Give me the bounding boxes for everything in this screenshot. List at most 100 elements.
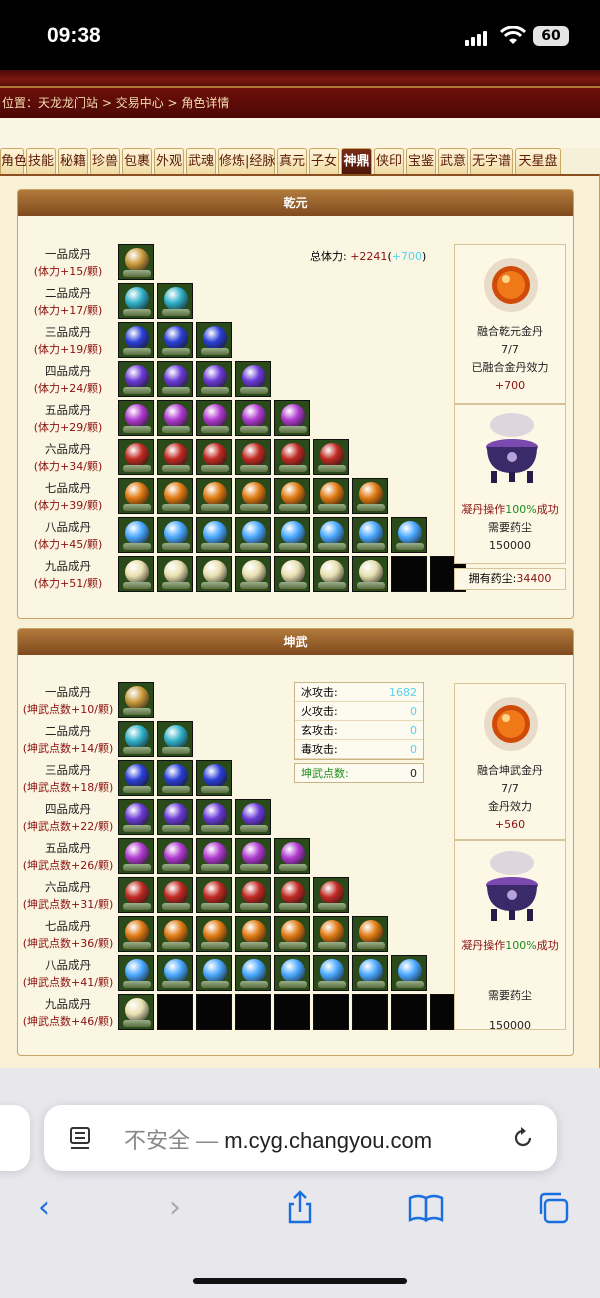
breadcrumb-link[interactable]: 交易中心: [116, 96, 164, 110]
pill-slot[interactable]: [157, 322, 193, 358]
pill-slot[interactable]: [157, 916, 193, 952]
pill-slot[interactable]: [235, 556, 271, 592]
pill-slot[interactable]: [235, 478, 271, 514]
pill-slot[interactable]: [352, 517, 388, 553]
tab[interactable]: 真元: [277, 148, 307, 174]
pill-slot[interactable]: [157, 721, 193, 757]
pill-slot[interactable]: [352, 478, 388, 514]
tab[interactable]: 外观: [154, 148, 184, 174]
pill-slot[interactable]: [196, 799, 232, 835]
pill-slot[interactable]: [196, 400, 232, 436]
pill-slot[interactable]: [274, 877, 310, 913]
empty-slot[interactable]: [196, 994, 232, 1030]
pill-slot[interactable]: [391, 517, 427, 553]
pill-slot[interactable]: [118, 478, 154, 514]
pill-slot[interactable]: [274, 439, 310, 475]
pill-slot[interactable]: [157, 877, 193, 913]
tab[interactable]: 武意: [438, 148, 468, 174]
tab[interactable]: 天星盘: [515, 148, 561, 174]
pill-slot[interactable]: [118, 799, 154, 835]
pill-slot[interactable]: [196, 478, 232, 514]
pill-slot[interactable]: [196, 439, 232, 475]
tab[interactable]: 侠印: [374, 148, 404, 174]
pill-slot[interactable]: [313, 556, 349, 592]
tabs-icon[interactable]: [533, 1188, 573, 1228]
pill-slot[interactable]: [313, 955, 349, 991]
empty-slot[interactable]: [391, 556, 427, 592]
pill-slot[interactable]: [235, 916, 271, 952]
tab[interactable]: 角色: [0, 148, 27, 174]
pill-slot[interactable]: [235, 799, 271, 835]
pill-slot[interactable]: [118, 517, 154, 553]
pill-slot[interactable]: [118, 838, 154, 874]
tab[interactable]: 技能: [26, 148, 56, 174]
pill-slot[interactable]: [196, 517, 232, 553]
pill-slot[interactable]: [118, 682, 154, 718]
pill-slot[interactable]: [274, 916, 310, 952]
pill-slot[interactable]: [235, 838, 271, 874]
pill-slot[interactable]: [118, 877, 154, 913]
pill-slot[interactable]: [118, 244, 154, 280]
breadcrumb-link[interactable]: 天龙龙门站: [38, 96, 98, 110]
pill-slot[interactable]: [118, 556, 154, 592]
pill-slot[interactable]: [313, 916, 349, 952]
tab[interactable]: 珍兽: [90, 148, 120, 174]
tab[interactable]: 无字谱: [470, 148, 513, 174]
pill-slot[interactable]: [157, 799, 193, 835]
pill-slot[interactable]: [157, 478, 193, 514]
pill-slot[interactable]: [274, 556, 310, 592]
pill-slot[interactable]: [118, 760, 154, 796]
pill-slot[interactable]: [274, 478, 310, 514]
tab[interactable]: 包裹: [122, 148, 152, 174]
pill-slot[interactable]: [235, 400, 271, 436]
reload-icon[interactable]: [510, 1125, 536, 1151]
empty-slot[interactable]: [157, 994, 193, 1030]
pill-slot[interactable]: [118, 994, 154, 1030]
pill-slot[interactable]: [313, 517, 349, 553]
pill-slot[interactable]: [196, 361, 232, 397]
pill-slot[interactable]: [274, 955, 310, 991]
pill-slot[interactable]: [235, 877, 271, 913]
refine-box[interactable]: 凝丹操作100%成功 需要药尘 150000: [454, 404, 566, 564]
pill-slot[interactable]: [118, 361, 154, 397]
reader-icon[interactable]: [68, 1125, 94, 1151]
address-bar[interactable]: 不安全 — m.cyg.changyou.com: [44, 1105, 557, 1171]
tab[interactable]: 宝鉴: [406, 148, 436, 174]
empty-slot[interactable]: [313, 994, 349, 1030]
pill-slot[interactable]: [235, 439, 271, 475]
empty-slot[interactable]: [391, 994, 427, 1030]
pill-slot[interactable]: [196, 955, 232, 991]
tab[interactable]: 秘籍: [58, 148, 88, 174]
url-text[interactable]: 不安全 — m.cyg.changyou.com: [124, 1123, 432, 1155]
pill-slot[interactable]: [157, 556, 193, 592]
back-icon[interactable]: ‹: [24, 1188, 64, 1228]
pill-slot[interactable]: [352, 556, 388, 592]
pill-slot[interactable]: [196, 838, 232, 874]
tab[interactable]: 神鼎: [341, 148, 372, 174]
previous-tab-pill[interactable]: [0, 1105, 30, 1171]
pill-slot[interactable]: [157, 361, 193, 397]
pill-slot[interactable]: [352, 916, 388, 952]
pill-slot[interactable]: [196, 322, 232, 358]
pill-slot[interactable]: [391, 955, 427, 991]
pill-slot[interactable]: [235, 955, 271, 991]
tab[interactable]: 武魂: [186, 148, 216, 174]
pill-slot[interactable]: [196, 916, 232, 952]
pill-slot[interactable]: [118, 721, 154, 757]
pill-slot[interactable]: [157, 838, 193, 874]
empty-slot[interactable]: [352, 994, 388, 1030]
pill-slot[interactable]: [157, 517, 193, 553]
pill-slot[interactable]: [118, 916, 154, 952]
pill-slot[interactable]: [157, 439, 193, 475]
pill-slot[interactable]: [157, 955, 193, 991]
pill-slot[interactable]: [196, 877, 232, 913]
pill-slot[interactable]: [313, 877, 349, 913]
pill-slot[interactable]: [118, 955, 154, 991]
pill-slot[interactable]: [157, 760, 193, 796]
pill-slot[interactable]: [235, 361, 271, 397]
pill-slot[interactable]: [118, 322, 154, 358]
empty-slot[interactable]: [274, 994, 310, 1030]
refine-box[interactable]: 凝丹操作100%成功 需要药尘 150000: [454, 840, 566, 1032]
pill-slot[interactable]: [157, 400, 193, 436]
pill-slot[interactable]: [157, 283, 193, 319]
